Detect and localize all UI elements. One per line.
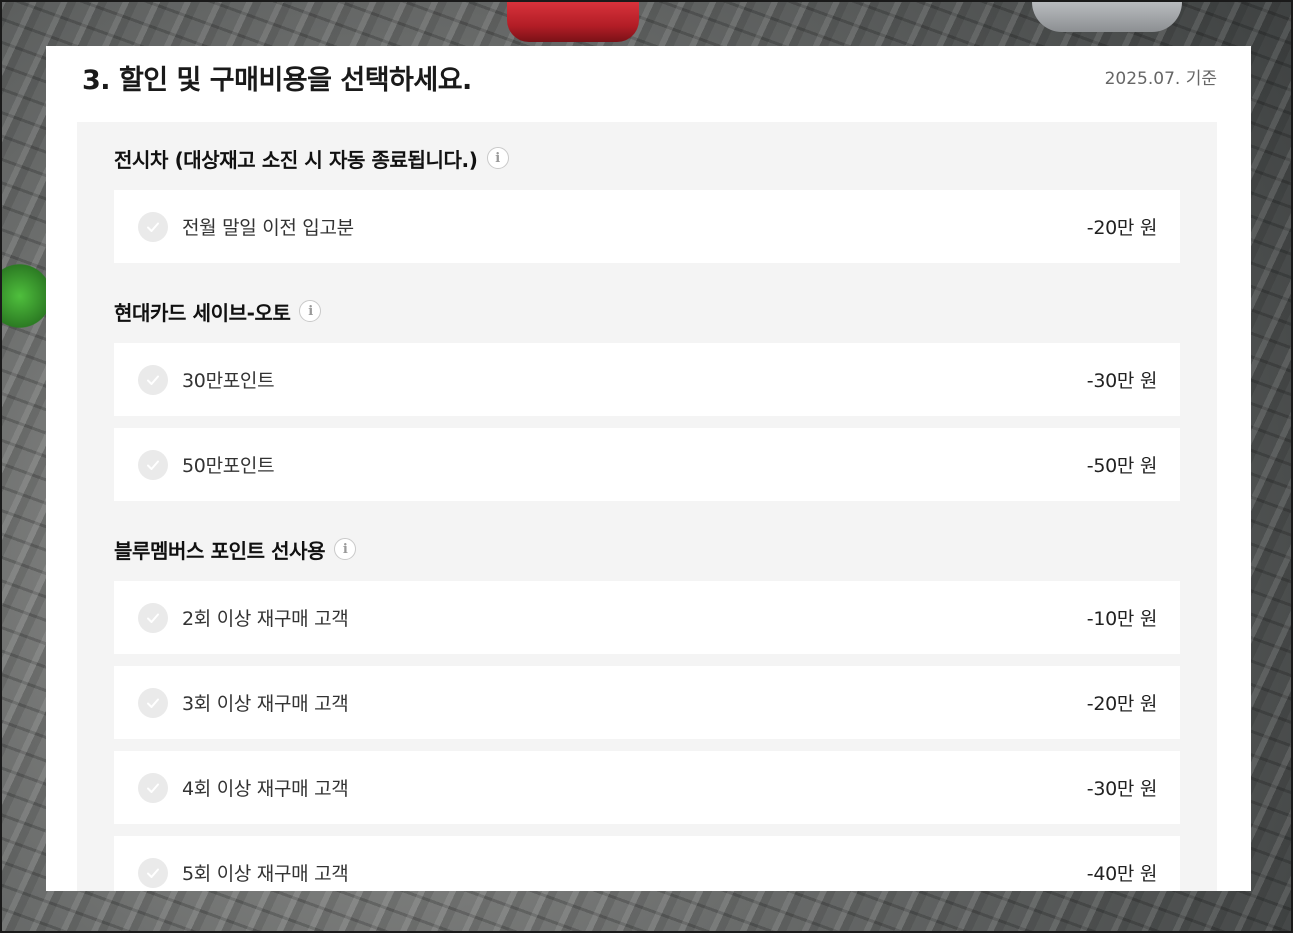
option-label: 30만포인트 [182, 370, 275, 392]
reference-date: 2025.07. 기준 [1104, 69, 1217, 89]
group-title-hyundai-card: 현대카드 세이브-오토 i [114, 275, 1180, 343]
check-icon[interactable] [138, 687, 168, 718]
option-label: 전월 말일 이전 입고분 [182, 217, 354, 239]
option-item[interactable]: 3회 이상 재구매 고객 -20만 원 [114, 666, 1180, 739]
info-icon[interactable]: i [486, 147, 509, 169]
info-icon[interactable]: i [334, 538, 357, 560]
option-label: 5회 이상 재구매 고객 [182, 863, 349, 885]
option-label: 50만포인트 [182, 455, 275, 477]
background-green-object [2, 260, 46, 332]
option-price: -20만 원 [1086, 693, 1158, 715]
check-icon[interactable] [138, 449, 168, 480]
group-title-label: 블루멤버스 포인트 선사용 [114, 538, 326, 563]
check-icon[interactable] [138, 772, 168, 803]
group-title-label: 전시차 (대상재고 소진 시 자동 종료됩니다.) [114, 147, 478, 172]
group-title-exhibition-car: 전시차 (대상재고 소진 시 자동 종료됩니다.) i [114, 122, 1180, 190]
option-item[interactable]: 5회 이상 재구매 고객 -40만 원 [114, 836, 1180, 891]
option-label: 4회 이상 재구매 고객 [182, 778, 349, 800]
option-item[interactable]: 2회 이상 재구매 고객 -10만 원 [114, 581, 1180, 654]
background-silver-car [1032, 2, 1182, 32]
group-title-label: 현대카드 세이브-오토 [114, 300, 291, 325]
check-icon[interactable] [138, 602, 168, 633]
option-price: -10만 원 [1086, 608, 1158, 630]
option-price: -50만 원 [1086, 455, 1158, 477]
option-label: 3회 이상 재구매 고객 [182, 693, 349, 715]
option-item[interactable]: 전월 말일 이전 입고분 -20만 원 [114, 190, 1180, 263]
option-item[interactable]: 4회 이상 재구매 고객 -30만 원 [114, 751, 1180, 824]
option-price: -40만 원 [1086, 863, 1158, 885]
page-title: 3. 할인 및 구매비용을 선택하세요. [82, 65, 472, 96]
check-icon[interactable] [138, 364, 168, 395]
discount-panel: 3. 할인 및 구매비용을 선택하세요. 2025.07. 기준 전시차 (대상… [46, 46, 1251, 891]
check-icon[interactable] [138, 857, 168, 888]
option-label: 2회 이상 재구매 고객 [182, 608, 349, 630]
background-red-car [507, 2, 639, 42]
option-item[interactable]: 30만포인트 -30만 원 [114, 343, 1180, 416]
option-price: -20만 원 [1086, 217, 1158, 239]
panel-header: 3. 할인 및 구매비용을 선택하세요. 2025.07. 기준 [46, 46, 1251, 122]
info-icon[interactable]: i [299, 300, 322, 322]
option-item[interactable]: 50만포인트 -50만 원 [114, 428, 1180, 501]
option-price: -30만 원 [1086, 370, 1158, 392]
check-icon[interactable] [138, 211, 168, 242]
option-price: -30만 원 [1086, 778, 1158, 800]
group-title-bluemembers: 블루멤버스 포인트 선사용 i [114, 513, 1180, 581]
discount-options-box: 전시차 (대상재고 소진 시 자동 종료됩니다.) i 전월 말일 이전 입고분… [77, 122, 1217, 891]
